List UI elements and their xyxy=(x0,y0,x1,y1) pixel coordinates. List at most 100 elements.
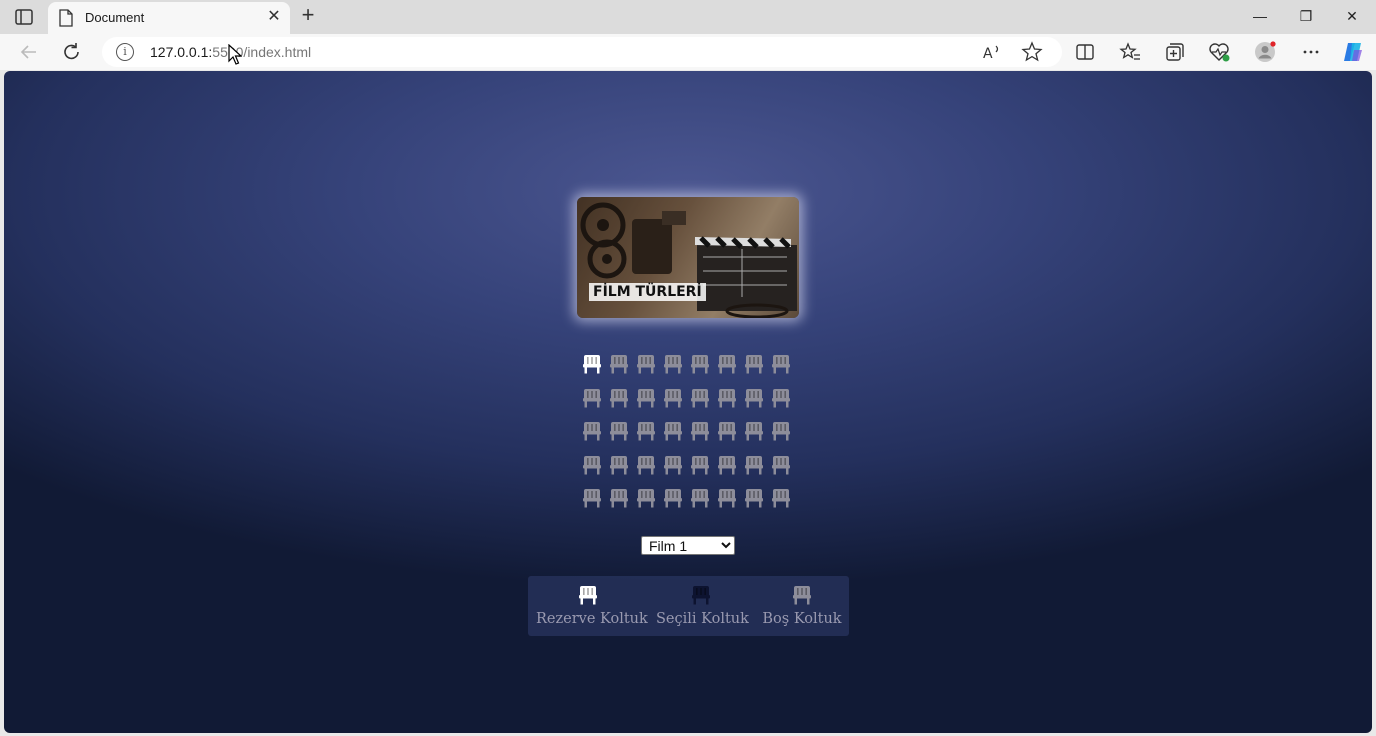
seat-icon xyxy=(745,422,763,441)
close-window-button[interactable]: ✕ xyxy=(1341,6,1363,28)
seat-empty[interactable] xyxy=(690,353,717,377)
legend-reserved: Rezerve Koltuk xyxy=(536,584,648,627)
seat-empty[interactable] xyxy=(663,353,690,377)
site-info-icon[interactable]: i xyxy=(116,43,134,61)
legend-empty-label: Boş Koltuk xyxy=(762,611,842,627)
seat-empty[interactable] xyxy=(717,454,744,478)
seat-empty[interactable] xyxy=(744,387,771,411)
favorite-star-icon[interactable] xyxy=(1019,40,1045,64)
profile-icon[interactable] xyxy=(1252,40,1278,64)
seat-icon xyxy=(610,388,628,407)
seat-icon xyxy=(691,422,709,441)
legend-empty: Boş Koltuk xyxy=(762,584,842,627)
seat-empty[interactable] xyxy=(717,487,744,511)
tab-title: Document xyxy=(85,10,145,25)
split-screen-icon[interactable] xyxy=(1072,40,1098,64)
copilot-icon[interactable] xyxy=(1340,40,1366,64)
seat-empty[interactable] xyxy=(771,387,798,411)
browser-essentials-icon[interactable] xyxy=(1206,40,1232,64)
address-bar[interactable]: i 127.0.0.1:5500/index.html xyxy=(102,37,1062,67)
seat-empty[interactable] xyxy=(609,420,636,444)
svg-text:A: A xyxy=(983,46,993,62)
seat-empty[interactable] xyxy=(636,387,663,411)
seat-icon xyxy=(664,355,682,374)
seat-empty[interactable] xyxy=(582,454,609,478)
refresh-icon[interactable] xyxy=(59,40,85,64)
seat-empty[interactable] xyxy=(744,454,771,478)
seat-empty[interactable] xyxy=(609,353,636,377)
seat-icon xyxy=(583,489,601,508)
seat-icon xyxy=(718,422,736,441)
seat-empty[interactable] xyxy=(744,420,771,444)
seat-icon xyxy=(772,388,790,407)
seat-empty[interactable] xyxy=(717,387,744,411)
seat-empty[interactable] xyxy=(744,353,771,377)
seat-selected[interactable] xyxy=(582,353,609,377)
browser-toolbar: i 127.0.0.1:5500/index.html A xyxy=(0,34,1376,70)
seat-empty[interactable] xyxy=(690,420,717,444)
seat-icon xyxy=(772,422,790,441)
legend-selected: Seçili Koltuk xyxy=(656,584,749,627)
collections-icon[interactable] xyxy=(1162,40,1188,64)
seat-empty[interactable] xyxy=(582,420,609,444)
movie-poster: FİLM TÜRLERİ xyxy=(577,197,799,318)
seat-icon xyxy=(610,422,628,441)
minimize-button[interactable]: — xyxy=(1249,6,1271,28)
seat-empty[interactable] xyxy=(771,353,798,377)
movie-select[interactable]: Film 1 xyxy=(641,536,735,555)
back-icon[interactable] xyxy=(16,40,42,64)
seat-icon xyxy=(583,388,601,407)
seat-empty[interactable] xyxy=(609,487,636,511)
seat-icon xyxy=(583,422,601,441)
seat-empty[interactable] xyxy=(690,454,717,478)
seat-empty[interactable] xyxy=(690,387,717,411)
seat-empty[interactable] xyxy=(717,420,744,444)
seat-icon xyxy=(691,388,709,407)
seat-icon xyxy=(583,455,601,474)
seat-icon xyxy=(610,489,628,508)
read-aloud-icon[interactable]: A xyxy=(979,40,1005,64)
seat-icon xyxy=(637,455,655,474)
seat-empty[interactable] xyxy=(771,454,798,478)
seat-empty[interactable] xyxy=(582,387,609,411)
more-icon[interactable] xyxy=(1298,40,1324,64)
seat-grid xyxy=(582,353,798,521)
new-tab-button[interactable]: + xyxy=(296,4,320,28)
tab-actions-icon[interactable] xyxy=(14,8,34,26)
seat-row xyxy=(582,387,798,421)
restore-button[interactable]: ❐ xyxy=(1295,6,1317,28)
seat-empty[interactable] xyxy=(636,420,663,444)
seat-empty[interactable] xyxy=(717,353,744,377)
seat-row xyxy=(582,420,798,454)
seat-icon xyxy=(745,355,763,374)
favorites-icon[interactable] xyxy=(1117,40,1143,64)
seat-empty[interactable] xyxy=(663,487,690,511)
seat-empty[interactable] xyxy=(771,420,798,444)
seat-empty[interactable] xyxy=(582,487,609,511)
selected-seat-icon xyxy=(692,586,710,605)
seat-icon xyxy=(745,388,763,407)
seat-icon xyxy=(637,422,655,441)
seat-empty[interactable] xyxy=(771,487,798,511)
legend-selected-label: Seçili Koltuk xyxy=(656,611,749,627)
browser-tab-bar: Document ✕ + — ❐ ✕ xyxy=(0,0,1376,34)
seat-empty[interactable] xyxy=(663,387,690,411)
seat-empty[interactable] xyxy=(636,353,663,377)
seat-empty[interactable] xyxy=(690,487,717,511)
seat-empty[interactable] xyxy=(636,454,663,478)
seat-icon xyxy=(691,455,709,474)
mouse-cursor-icon xyxy=(228,44,242,65)
seat-empty[interactable] xyxy=(636,487,663,511)
tab-close-icon[interactable]: ✕ xyxy=(265,8,283,26)
browser-tab[interactable]: Document ✕ xyxy=(48,2,290,34)
legend-reserved-label: Rezerve Koltuk xyxy=(536,611,648,627)
seat-icon xyxy=(637,355,655,374)
seat-empty[interactable] xyxy=(663,420,690,444)
seat-empty[interactable] xyxy=(663,454,690,478)
seat-legend: Rezerve Koltuk Seçili Koltuk Boş Koltuk xyxy=(528,576,849,636)
seat-empty[interactable] xyxy=(609,454,636,478)
seat-icon xyxy=(691,355,709,374)
seat-empty[interactable] xyxy=(609,387,636,411)
seat-icon xyxy=(745,489,763,508)
seat-empty[interactable] xyxy=(744,487,771,511)
